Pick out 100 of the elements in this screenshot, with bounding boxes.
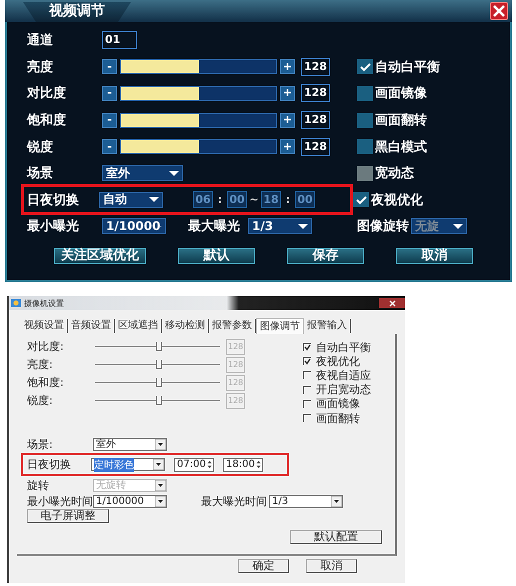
field-label: 场景 [27, 165, 54, 182]
checkbox[interactable] [303, 343, 311, 352]
plus-button[interactable]: + [280, 59, 295, 74]
dropdown[interactable]: 1/3 [248, 218, 312, 234]
checkbox-label[interactable]: 画面翻转 [316, 410, 360, 426]
slider-thumb[interactable] [156, 396, 162, 405]
close-icon [493, 5, 505, 17]
time-field[interactable]: 00 [227, 191, 247, 208]
field-label: 对比度: [27, 339, 65, 354]
minus-button[interactable]: - [102, 139, 117, 154]
field-label: 最大曝光时间 [201, 494, 268, 510]
field-label: 饱和度: [27, 375, 65, 390]
tab[interactable]: 图像调节 [256, 318, 304, 334]
spin-arrows-icon [206, 459, 213, 470]
slider-thumb[interactable] [156, 360, 162, 369]
dropdown[interactable]: 1/3 [269, 495, 343, 508]
time-field[interactable]: 18 [261, 191, 281, 208]
dropdown[interactable]: 定时彩色 [91, 458, 165, 472]
action-button[interactable]: 保存 [287, 248, 364, 264]
separator-text: ~ [248, 193, 260, 206]
close-button[interactable] [490, 2, 508, 20]
spin-arrows-icon [254, 459, 262, 470]
field-label: 对比度 [27, 84, 67, 102]
checkbox-box[interactable] [357, 59, 373, 74]
checkbox-label[interactable]: 夜视优化 [316, 354, 360, 369]
dropdown[interactable]: 室外 [102, 165, 183, 182]
checkbox-label[interactable]: 夜视自适应 [316, 368, 371, 383]
slider-thumb[interactable] [156, 378, 162, 387]
dropdown[interactable]: 自动 [99, 192, 163, 208]
spin-field[interactable]: 18:00 [223, 458, 263, 472]
plus-button[interactable]: + [280, 112, 295, 128]
window-title: 视频调节 [23, 2, 131, 22]
slider-track[interactable] [120, 139, 277, 154]
check-icon [359, 62, 371, 72]
default-button[interactable]: 默认配置 [290, 530, 382, 544]
field-label: 锐度: [27, 393, 54, 408]
value-field[interactable]: 128 [301, 58, 330, 76]
tab[interactable]: 音频设置 [68, 319, 115, 333]
checkbox-label[interactable]: 画面镜像 [316, 396, 360, 412]
action-button[interactable]: 取消 [396, 248, 473, 264]
dropdown[interactable]: 1/100000 [93, 495, 167, 508]
dropdown[interactable]: 1/10000 [102, 218, 166, 234]
field-label: 场景: [27, 436, 54, 452]
action-button[interactable]: 默认 [178, 248, 255, 264]
field-label: 最大曝光 [188, 218, 240, 236]
close-button[interactable] [379, 298, 405, 308]
tab[interactable]: 报警输入 [304, 319, 351, 333]
slider-track[interactable] [120, 86, 277, 101]
channel-field[interactable]: 01 [102, 31, 137, 50]
checkbox[interactable] [303, 371, 311, 380]
checkbox-box[interactable] [357, 139, 373, 154]
separator-text: : [284, 193, 292, 206]
checkbox-label[interactable]: 画面镜像 [375, 84, 427, 102]
tab[interactable]: 区域遮挡 [115, 319, 162, 333]
value-field[interactable]: 128 [301, 84, 330, 102]
field-label: 日夜切换 [27, 457, 72, 472]
checkbox-label[interactable]: 黑白模式 [375, 138, 427, 156]
slider-track[interactable] [120, 112, 277, 128]
checkbox-label[interactable]: 画面翻转 [375, 111, 427, 130]
check-icon [355, 194, 367, 205]
checkbox[interactable] [303, 357, 311, 366]
time-field[interactable]: 06 [193, 191, 213, 208]
field-label: 旋转 [27, 478, 50, 493]
checkbox-label[interactable]: 自动白平衡 [316, 340, 371, 355]
dialog-button[interactable]: 确定 [238, 559, 289, 573]
field-label: 亮度: [27, 357, 54, 372]
minus-button[interactable]: - [102, 112, 117, 128]
checkbox-label[interactable]: 夜视优化 [371, 190, 423, 209]
field-label: 锐度 [27, 138, 54, 156]
tab[interactable]: 移动检测 [162, 319, 209, 333]
value-field[interactable]: 128 [301, 138, 330, 156]
adjust-button[interactable]: 电子屏调整 [27, 509, 109, 524]
app-icon [11, 298, 21, 308]
spin-field[interactable]: 07:00 [174, 458, 214, 472]
field-label: 图像旋转 [357, 218, 409, 236]
close-icon [388, 300, 396, 306]
plus-button[interactable]: + [280, 139, 295, 154]
field-label: 日夜切换 [27, 192, 80, 209]
minus-button[interactable]: - [102, 86, 117, 101]
slider-track[interactable] [120, 59, 277, 74]
checkbox-label[interactable]: 开启宽动态 [316, 382, 371, 398]
plus-button[interactable]: + [280, 86, 295, 101]
checkbox[interactable] [303, 386, 311, 394]
field-label: 饱和度 [27, 112, 67, 130]
dropdown[interactable]: 室外 [93, 438, 167, 451]
dialog-button[interactable]: 取消 [306, 559, 357, 573]
checkbox[interactable] [303, 400, 311, 408]
tab[interactable]: 视频设置 [21, 319, 68, 333]
checkbox[interactable] [303, 414, 311, 422]
slider-thumb[interactable] [156, 342, 162, 351]
checkbox-label[interactable]: 自动白平衡 [375, 58, 440, 76]
minus-button[interactable]: - [102, 59, 117, 74]
field-label: 最小曝光 [27, 218, 80, 236]
time-field[interactable]: 00 [295, 191, 315, 208]
checkbox-box[interactable] [357, 112, 373, 128]
value-field[interactable]: 128 [301, 111, 330, 130]
action-button[interactable]: 关注区域优化 [54, 248, 146, 264]
checkbox-box[interactable] [357, 86, 373, 101]
field-label: 最小曝光时间 [27, 494, 93, 510]
checkbox-box[interactable] [353, 192, 369, 208]
